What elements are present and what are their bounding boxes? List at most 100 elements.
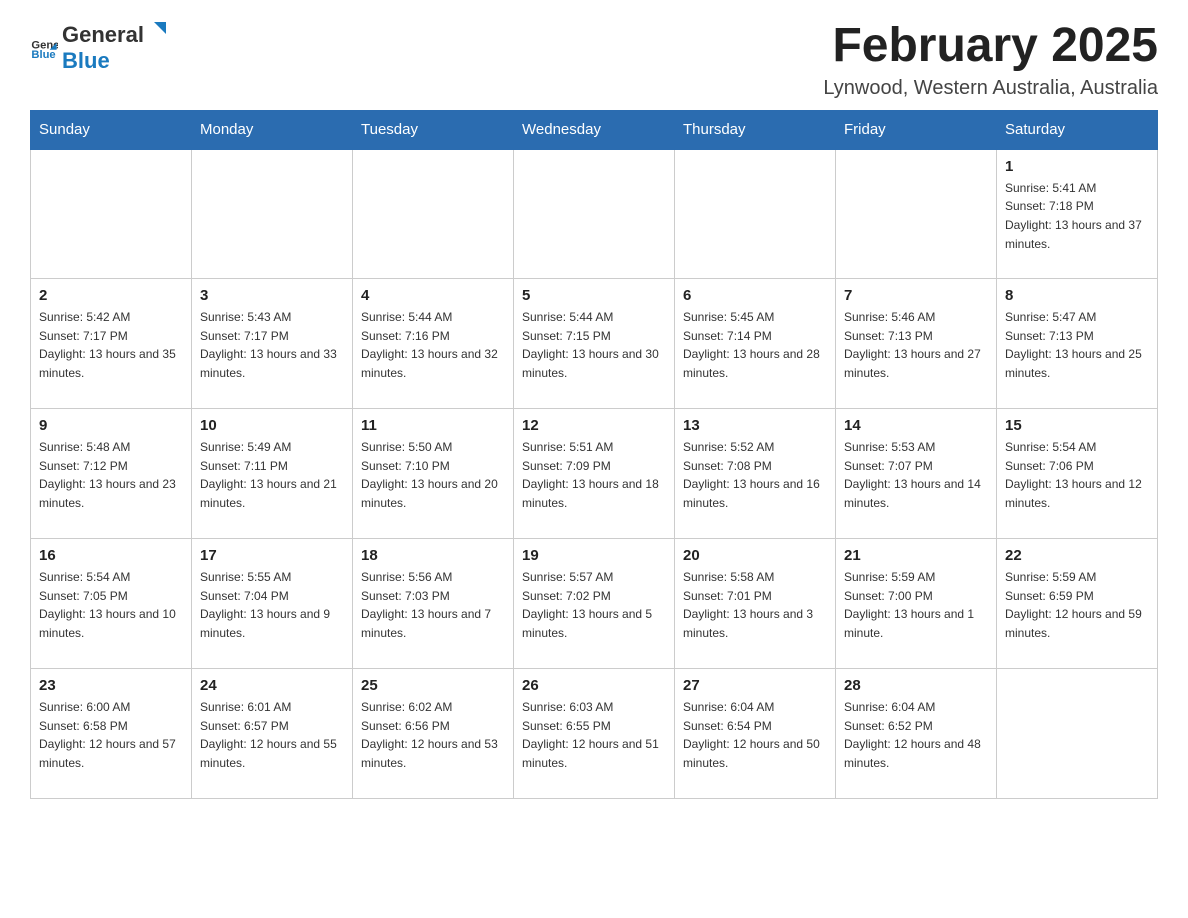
- day-number: 21: [844, 547, 988, 564]
- logo-icon: General Blue: [30, 33, 58, 61]
- col-header-friday: Friday: [836, 110, 997, 149]
- day-cell: 8 Sunrise: 5:47 AMSunset: 7:13 PMDaylight…: [997, 279, 1158, 409]
- col-header-monday: Monday: [192, 110, 353, 149]
- day-info: Sunrise: 5:59 AMSunset: 6:59 PMDaylight:…: [1005, 568, 1149, 642]
- day-number: 12: [522, 417, 666, 434]
- day-number: 18: [361, 547, 505, 564]
- day-cell: 25 Sunrise: 6:02 AMSunset: 6:56 PMDayligh…: [353, 669, 514, 799]
- day-number: 19: [522, 547, 666, 564]
- day-info: Sunrise: 5:51 AMSunset: 7:09 PMDaylight:…: [522, 438, 666, 512]
- header-row: SundayMondayTuesdayWednesdayThursdayFrid…: [31, 110, 1158, 149]
- day-info: Sunrise: 5:43 AMSunset: 7:17 PMDaylight:…: [200, 308, 344, 382]
- day-info: Sunrise: 5:53 AMSunset: 7:07 PMDaylight:…: [844, 438, 988, 512]
- day-cell: 11Sunrise: 5:50 AMSunset: 7:10 PMDayligh…: [353, 409, 514, 539]
- day-cell: 16 Sunrise: 5:54 AMSunset: 7:05 PMDayligh…: [31, 539, 192, 669]
- day-cell: 19Sunrise: 5:57 AMSunset: 7:02 PMDayligh…: [514, 539, 675, 669]
- col-header-thursday: Thursday: [675, 110, 836, 149]
- day-cell: 15 Sunrise: 5:54 AMSunset: 7:06 PMDayligh…: [997, 409, 1158, 539]
- col-header-wednesday: Wednesday: [514, 110, 675, 149]
- title-area: February 2025 Lynwood, Western Australia…: [823, 20, 1158, 100]
- day-info: Sunrise: 5:55 AMSunset: 7:04 PMDaylight:…: [200, 568, 344, 642]
- day-number: 11: [361, 417, 505, 434]
- week-row-2: 2 Sunrise: 5:42 AMSunset: 7:17 PMDaylight…: [31, 279, 1158, 409]
- day-cell: [675, 149, 836, 279]
- day-number: 20: [683, 547, 827, 564]
- day-info: Sunrise: 5:52 AMSunset: 7:08 PMDaylight:…: [683, 438, 827, 512]
- week-row-4: 16 Sunrise: 5:54 AMSunset: 7:05 PMDayligh…: [31, 539, 1158, 669]
- day-cell: 9 Sunrise: 5:48 AMSunset: 7:12 PMDaylight…: [31, 409, 192, 539]
- day-info: Sunrise: 5:42 AMSunset: 7:17 PMDaylight:…: [39, 308, 183, 382]
- day-number: 6: [683, 287, 827, 304]
- day-cell: 17 Sunrise: 5:55 AMSunset: 7:04 PMDayligh…: [192, 539, 353, 669]
- day-cell: 28 Sunrise: 6:04 AMSunset: 6:52 PMDayligh…: [836, 669, 997, 799]
- day-info: Sunrise: 5:54 AMSunset: 7:05 PMDaylight:…: [39, 568, 183, 642]
- day-number: 1: [1005, 158, 1149, 175]
- day-number: 27: [683, 677, 827, 694]
- day-cell: 4Sunrise: 5:44 AMSunset: 7:16 PMDaylight…: [353, 279, 514, 409]
- day-info: Sunrise: 5:44 AMSunset: 7:16 PMDaylight:…: [361, 308, 505, 382]
- day-cell: [997, 669, 1158, 799]
- day-number: 8: [1005, 287, 1149, 304]
- day-number: 9: [39, 417, 183, 434]
- day-number: 2: [39, 287, 183, 304]
- day-cell: 7 Sunrise: 5:46 AMSunset: 7:13 PMDaylight…: [836, 279, 997, 409]
- day-info: Sunrise: 6:01 AMSunset: 6:57 PMDaylight:…: [200, 698, 344, 772]
- day-cell: 23Sunrise: 6:00 AMSunset: 6:58 PMDayligh…: [31, 669, 192, 799]
- calendar-table: SundayMondayTuesdayWednesdayThursdayFrid…: [30, 110, 1158, 800]
- day-info: Sunrise: 5:47 AMSunset: 7:13 PMDaylight:…: [1005, 308, 1149, 382]
- day-cell: 5Sunrise: 5:44 AMSunset: 7:15 PMDaylight…: [514, 279, 675, 409]
- svg-text:Blue: Blue: [31, 49, 55, 61]
- day-number: 5: [522, 287, 666, 304]
- col-header-sunday: Sunday: [31, 110, 192, 149]
- day-cell: 3 Sunrise: 5:43 AMSunset: 7:17 PMDaylight…: [192, 279, 353, 409]
- day-cell: 1 Sunrise: 5:41 AMSunset: 7:18 PMDaylight…: [997, 149, 1158, 279]
- day-cell: 21 Sunrise: 5:59 AMSunset: 7:00 PMDayligh…: [836, 539, 997, 669]
- day-number: 3: [200, 287, 344, 304]
- day-cell: 6Sunrise: 5:45 AMSunset: 7:14 PMDaylight…: [675, 279, 836, 409]
- day-cell: 14 Sunrise: 5:53 AMSunset: 7:07 PMDayligh…: [836, 409, 997, 539]
- day-number: 25: [361, 677, 505, 694]
- day-cell: 22 Sunrise: 5:59 AMSunset: 6:59 PMDayligh…: [997, 539, 1158, 669]
- day-number: 7: [844, 287, 988, 304]
- day-info: Sunrise: 5:56 AMSunset: 7:03 PMDaylight:…: [361, 568, 505, 642]
- day-number: 17: [200, 547, 344, 564]
- week-row-5: 23Sunrise: 6:00 AMSunset: 6:58 PMDayligh…: [31, 669, 1158, 799]
- day-cell: [514, 149, 675, 279]
- col-header-saturday: Saturday: [997, 110, 1158, 149]
- day-info: Sunrise: 5:54 AMSunset: 7:06 PMDaylight:…: [1005, 438, 1149, 512]
- day-cell: 12 Sunrise: 5:51 AMSunset: 7:09 PMDayligh…: [514, 409, 675, 539]
- day-info: Sunrise: 5:59 AMSunset: 7:00 PMDaylight:…: [844, 568, 988, 642]
- logo-text-general: General: [62, 22, 144, 48]
- location-title: Lynwood, Western Australia, Australia: [823, 77, 1158, 100]
- day-number: 26: [522, 677, 666, 694]
- day-cell: 13 Sunrise: 5:52 AMSunset: 7:08 PMDayligh…: [675, 409, 836, 539]
- day-info: Sunrise: 5:48 AMSunset: 7:12 PMDaylight:…: [39, 438, 183, 512]
- day-info: Sunrise: 5:41 AMSunset: 7:18 PMDaylight:…: [1005, 179, 1149, 253]
- day-info: Sunrise: 6:04 AMSunset: 6:52 PMDaylight:…: [844, 698, 988, 772]
- day-cell: [836, 149, 997, 279]
- day-number: 28: [844, 677, 988, 694]
- month-title: February 2025: [823, 20, 1158, 73]
- day-number: 16: [39, 547, 183, 564]
- page-header: General Blue General Blue February 2025 …: [30, 20, 1158, 100]
- logo-arrow-icon: [146, 20, 168, 42]
- day-cell: 18 Sunrise: 5:56 AMSunset: 7:03 PMDayligh…: [353, 539, 514, 669]
- day-cell: 27 Sunrise: 6:04 AMSunset: 6:54 PMDayligh…: [675, 669, 836, 799]
- day-number: 22: [1005, 547, 1149, 564]
- day-cell: [31, 149, 192, 279]
- col-header-tuesday: Tuesday: [353, 110, 514, 149]
- day-cell: [353, 149, 514, 279]
- day-info: Sunrise: 6:03 AMSunset: 6:55 PMDaylight:…: [522, 698, 666, 772]
- day-number: 14: [844, 417, 988, 434]
- day-info: Sunrise: 6:02 AMSunset: 6:56 PMDaylight:…: [361, 698, 505, 772]
- week-row-3: 9 Sunrise: 5:48 AMSunset: 7:12 PMDaylight…: [31, 409, 1158, 539]
- day-cell: 2 Sunrise: 5:42 AMSunset: 7:17 PMDaylight…: [31, 279, 192, 409]
- day-info: Sunrise: 5:46 AMSunset: 7:13 PMDaylight:…: [844, 308, 988, 382]
- day-number: 13: [683, 417, 827, 434]
- day-cell: 26 Sunrise: 6:03 AMSunset: 6:55 PMDayligh…: [514, 669, 675, 799]
- logo: General Blue General Blue: [30, 20, 168, 74]
- day-number: 10: [200, 417, 344, 434]
- day-number: 15: [1005, 417, 1149, 434]
- day-info: Sunrise: 6:04 AMSunset: 6:54 PMDaylight:…: [683, 698, 827, 772]
- day-cell: 20Sunrise: 5:58 AMSunset: 7:01 PMDayligh…: [675, 539, 836, 669]
